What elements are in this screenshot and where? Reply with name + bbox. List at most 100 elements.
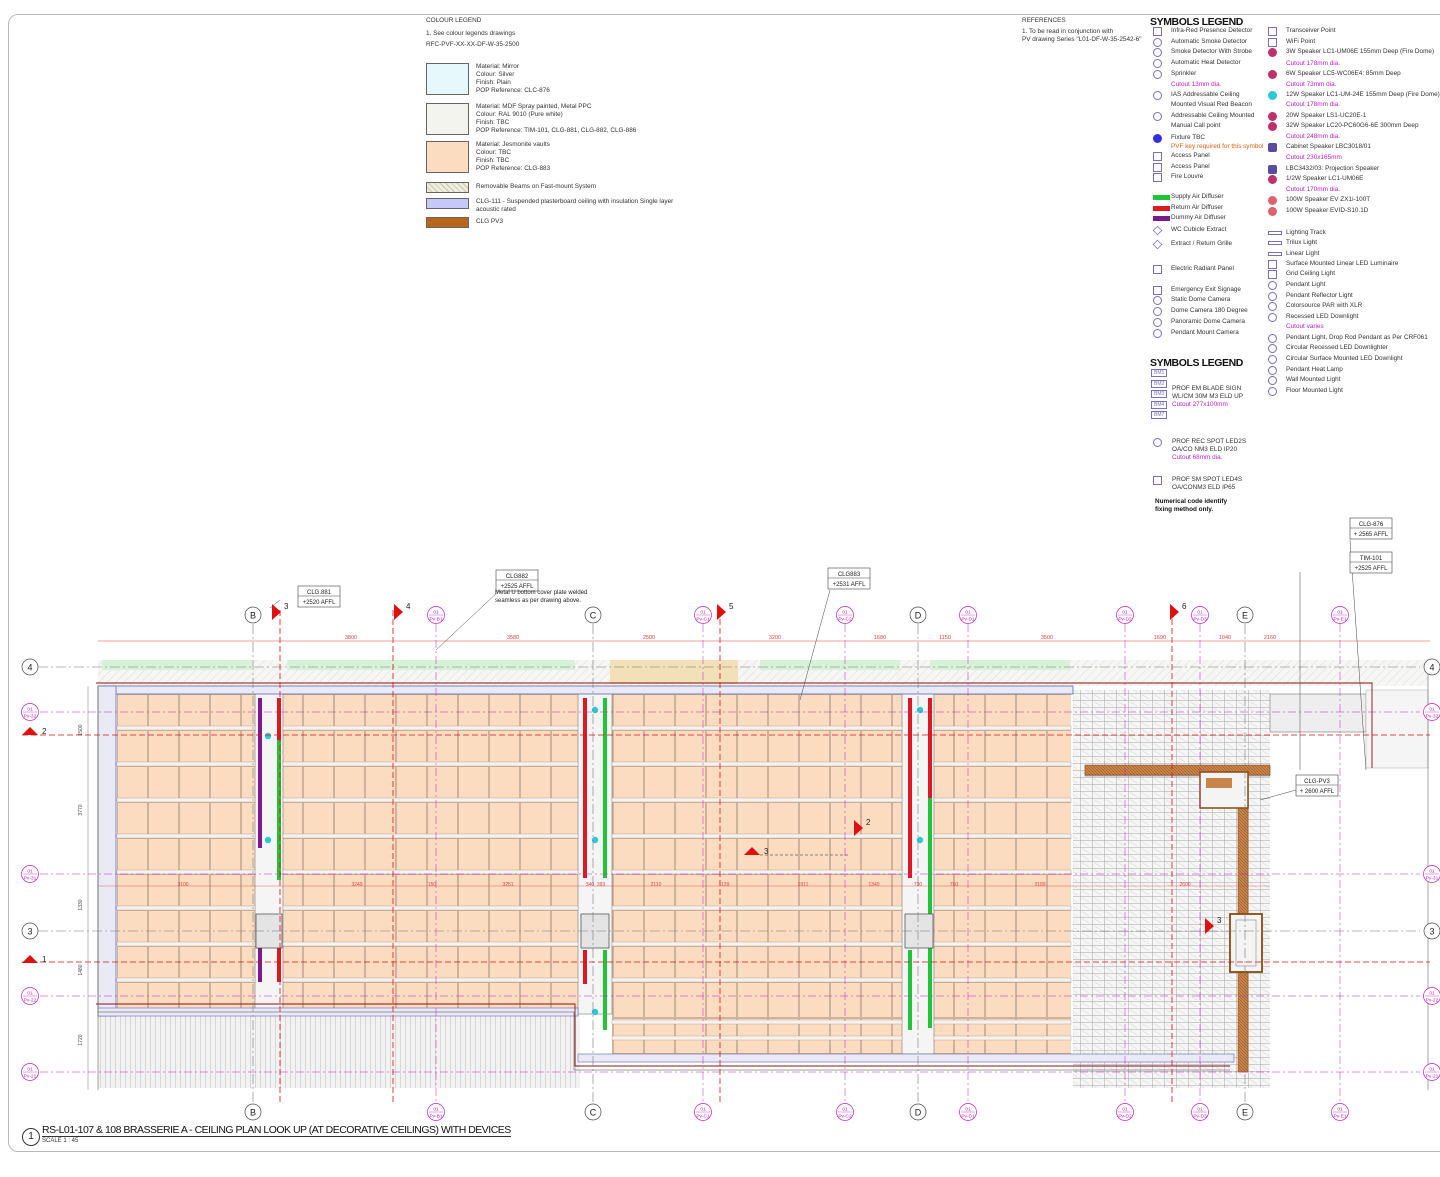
top-green-strip-1 [102, 660, 252, 670]
bubble-label: Pv-D2 [1118, 617, 1132, 623]
mid-dimension-value: 1340 [868, 882, 879, 888]
bubble-label: Pv-D1 [961, 1114, 975, 1120]
bubble-label: E [1242, 611, 1248, 621]
bubble-prefix: 01 [1337, 610, 1343, 616]
bubble-label: Pv-22 [24, 998, 37, 1004]
left-dimension-value: 1330 [78, 899, 84, 910]
removable-beam-strip [611, 833, 903, 839]
jesmonite-bay-4 [934, 694, 1071, 1056]
callout-level: +2531 AFFL [833, 582, 867, 588]
top-dimension-value: 1690 [1154, 635, 1166, 641]
section-marker-label: 3 [764, 847, 769, 856]
callout-level: + 2565 AFFL [1354, 532, 1389, 538]
removable-beam-strip [282, 761, 579, 767]
left-dimension-value: 1480 [78, 964, 84, 975]
ceiling-callout: CLG-PV3 + 2600 AFFL [1259, 774, 1339, 801]
bubble-prefix: 01 [27, 1067, 33, 1073]
bubble-prefix: 01 [965, 610, 971, 616]
removable-beam-strip [611, 869, 903, 875]
removable-beam-strip [933, 941, 1072, 947]
ceiling-plan-drawing: 2 1 3 4 5 6 2 3 3 3800 3580 2500 3200 1680 1150 3500 16… [21, 517, 1440, 1121]
bottom-left-timber-zone [98, 1014, 580, 1088]
bubble-prefix: 01 [1122, 610, 1128, 616]
top-dimension-value: 2160 [1264, 635, 1276, 641]
section-marker-4: 4 [394, 602, 411, 620]
bubble-label: Pv-B1 [429, 1114, 442, 1120]
mid-dimension-value: 1911 [798, 882, 809, 888]
removable-beam-strip [116, 977, 256, 983]
bubble-label: Pv-D3 [1193, 617, 1207, 623]
beam-note: Metal U bottom cover plate welded [495, 590, 587, 596]
speaker-icon [264, 836, 272, 844]
drawing-scale: SCALE 1 : 45 [42, 1138, 79, 1144]
grid-bubble-column: B [244, 606, 262, 624]
section-marker-icon [1170, 604, 1179, 620]
mid-dimension-value: 3189 [1034, 882, 1045, 888]
bubble-prefix: 01 [700, 1107, 706, 1113]
bubble-prefix: 01 [1429, 707, 1435, 713]
pv-grid-bubble: 01Pv-C2 [836, 1103, 854, 1121]
left-dimension-value: 1500 [78, 724, 84, 735]
mid-dimension-value: 393 [597, 882, 606, 888]
ceiling-callout: CLG.881 +2520 AFFL [269, 585, 341, 609]
callout-ref: CLG882 [506, 574, 529, 580]
bubble-prefix: 01 [1197, 1107, 1203, 1113]
pv3-box-top-fill [1206, 778, 1232, 788]
callout-ref: TIM-101 [1360, 556, 1383, 562]
section-marker-label: 1 [42, 955, 47, 964]
mid-dimension-value: 1139 [719, 882, 730, 888]
grid-bubble-column: B [244, 1103, 262, 1121]
bubble-label: Pv-22 [1426, 998, 1439, 1004]
grid-bubble-column: 3 [21, 922, 39, 940]
pv-grid-bubble: 01Pv-31 [21, 865, 39, 883]
mirror-panel-top [1269, 693, 1367, 733]
left-dimension-value: 3770 [78, 804, 84, 815]
removable-beam-strip [611, 725, 903, 731]
callout-level: +2525 AFFL [1355, 566, 1389, 572]
callout-leader [1349, 539, 1367, 771]
pv-grid-bubble: 01Pv-21 [1423, 1063, 1440, 1081]
removable-beam-strip [282, 941, 579, 947]
bubble-label: Pv-C1 [696, 617, 710, 623]
bubble-label: D [915, 611, 922, 621]
bubble-prefix: 01 [1197, 610, 1203, 616]
bubble-label: Pv-21 [24, 1074, 37, 1080]
grid-bubble-column: 4 [21, 658, 39, 676]
removable-beam-strip [282, 905, 579, 911]
removable-beam-strip [611, 761, 903, 767]
mid-dimension-value: 2110 [651, 882, 662, 888]
section-marker-icon [272, 604, 281, 620]
removable-beam-strip [611, 797, 903, 803]
bubble-label: Pv-C1 [696, 1114, 710, 1120]
beam-left [97, 685, 117, 1017]
bubble-label: Pv-32 [24, 714, 37, 720]
removable-beam-strip [282, 725, 579, 731]
bubble-prefix: 01 [1337, 1107, 1343, 1113]
return-diffuser-6 [928, 698, 932, 798]
removable-beam-strip [933, 1035, 1072, 1041]
top-ochre-strip [610, 660, 738, 684]
mid-dimension-value: 2600 [1179, 882, 1190, 888]
section-marker-icon [22, 727, 38, 735]
bubble-label: Pv-B1 [429, 617, 442, 623]
removable-beam-strip [933, 905, 1072, 911]
mid-dimension-value: 760 [950, 882, 959, 888]
top-dimension-value: 1150 [939, 635, 951, 641]
removable-beam-strip [116, 761, 256, 767]
mid-dimension-value: 730 [914, 882, 923, 888]
removable-beam-strip [933, 797, 1072, 803]
bubble-label: Pv-D2 [1118, 1114, 1132, 1120]
beam-bottom-right [577, 1053, 1235, 1063]
section-marker-label: 4 [406, 602, 411, 611]
pv3-box-top [1199, 771, 1249, 809]
section-marker-1: 1 [22, 955, 47, 964]
bubble-label: Pv-31 [24, 876, 37, 882]
drawing-title: RS-L01-107 & 108 BRASSERIE A - CEILING P… [42, 1124, 511, 1137]
bubble-label: Pv-31 [1426, 876, 1439, 882]
section-marker-6: 6 [1170, 602, 1187, 620]
supply-diffuser-4 [928, 798, 932, 1028]
pv-grid-bubble: 01Pv-C1 [694, 1103, 712, 1121]
bubble-prefix: 01 [27, 991, 33, 997]
section-marker-icon [394, 604, 403, 620]
removable-beam-strip [933, 977, 1072, 983]
